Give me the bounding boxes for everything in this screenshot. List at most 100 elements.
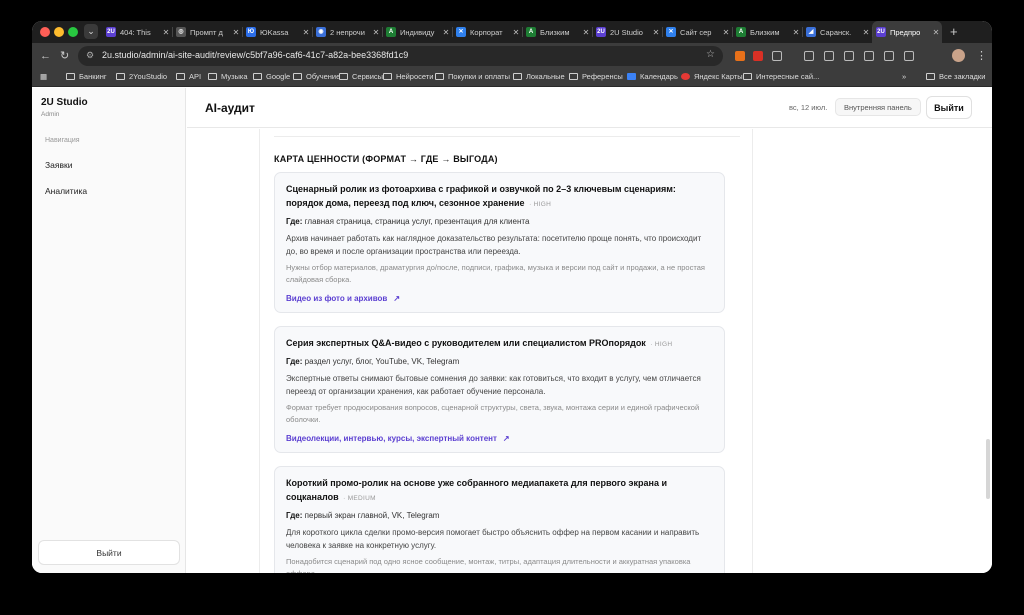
close-tab-icon[interactable]: ✕	[720, 28, 732, 37]
close-tab-icon[interactable]: ✕	[650, 28, 662, 37]
bookmark-item[interactable]: Музыка	[208, 72, 248, 81]
tab-title: 2 непрочи	[330, 27, 365, 37]
bookmark-item[interactable]: Локальные	[513, 72, 565, 81]
sidebar: 2U Studio Admin Навигация Заявки Аналити…	[32, 88, 186, 573]
close-tab-icon[interactable]: ✕	[230, 28, 242, 37]
bookmark-label: Музыка	[221, 72, 248, 81]
bookmark-item[interactable]: 2YouStudio	[116, 72, 167, 81]
download-icon[interactable]	[804, 51, 814, 61]
folder-icon	[743, 73, 752, 80]
browser-toolbar: ← ↻ ⚙ 2u.studio/admin/ai-site-audit/revi…	[32, 43, 992, 69]
card-description: Экспертные ответы снимают бытовые сомнен…	[286, 374, 701, 396]
sidebar-item-analytics[interactable]: Аналитика	[45, 186, 87, 196]
extension-icon[interactable]	[735, 51, 745, 61]
bookmarks-bar: ▦ Банкинг 2YouStudio API Музыка Google Обучен…	[32, 69, 992, 87]
browser-tab[interactable]: ◉ 2 непрочи ✕	[312, 21, 382, 43]
close-tab-icon[interactable]: ✕	[160, 28, 172, 37]
card-link-text[interactable]: Видео из фото и архивов	[286, 294, 387, 303]
bookmark-item[interactable]: Референсы	[569, 72, 623, 81]
tab-title: Саранск.	[820, 27, 852, 37]
internal-panel-badge: Внутренняя панель	[835, 98, 921, 116]
main-content[interactable]: КАРТА ЦЕННОСТИ (ФОРМАТ → ГДЕ → ВЫГОДА) С…	[187, 129, 992, 573]
close-tab-icon[interactable]: ✕	[580, 28, 592, 37]
bookmark-item[interactable]: Сервисы	[339, 72, 383, 81]
bookmark-item[interactable]: Интересные сай...	[743, 72, 819, 81]
bookmark-star-icon[interactable]: ☆	[706, 49, 715, 60]
where-text: первый экран главной, VK, Telegram	[304, 511, 440, 520]
browser-tab[interactable]: 2U 404: This ✕	[102, 21, 172, 43]
url-text: 2u.studio/admin/ai-site-audit/review/c5b…	[102, 50, 409, 60]
bookmark-item[interactable]: Яндекс Карты	[681, 72, 743, 81]
back-arrow-icon[interactable]: ←	[40, 49, 51, 63]
browser-tab[interactable]: A Близким ✕	[732, 21, 802, 43]
header-logout-button[interactable]: Выйти	[926, 96, 972, 119]
bookmark-label: Google	[266, 72, 291, 81]
browser-tab[interactable]: ◎ Промпт д ✕	[172, 21, 242, 43]
close-tab-icon[interactable]: ✕	[860, 28, 872, 37]
section-title: КАРТА ЦЕННОСТИ (ФОРМАТ → ГДЕ → ВЫГОДА)	[274, 154, 498, 164]
sidebar-icon[interactable]	[904, 51, 914, 61]
address-bar[interactable]: ⚙ 2u.studio/admin/ai-site-audit/review/c…	[78, 46, 723, 66]
bookmark-label: Интересные сай...	[756, 72, 820, 81]
priority-badge: · MEDIUM	[343, 495, 376, 502]
browser-tab[interactable]: ✕ Корпорат ✕	[452, 21, 522, 43]
card-link[interactable]: Видеолекции, интервью, курсы, экспертный…	[286, 434, 713, 443]
folder-icon	[383, 73, 392, 80]
close-tab-icon[interactable]: ✕	[370, 28, 382, 37]
bookmark-item[interactable]: Нейросети	[383, 72, 433, 81]
close-tab-icon[interactable]: ✕	[300, 28, 312, 37]
tab-title: ЮKassa	[260, 27, 289, 37]
extension-icon[interactable]	[824, 51, 834, 61]
apps-grid-icon[interactable]: ▦	[40, 72, 47, 81]
where-label: Где:	[286, 217, 303, 226]
new-tab-button[interactable]: +	[950, 25, 958, 38]
tab-favicon-icon: ✕	[666, 27, 676, 37]
tab-search-button[interactable]: ⌄	[84, 24, 98, 39]
all-bookmarks-button[interactable]: Все закладки	[926, 72, 985, 81]
tab-favicon-icon: A	[386, 27, 396, 37]
close-tab-icon[interactable]: ✕	[510, 28, 522, 37]
browser-tab[interactable]: Ю ЮKassa ✕	[242, 21, 312, 43]
where-label: Где:	[286, 357, 303, 366]
bookmark-item[interactable]: API	[176, 72, 201, 81]
brand-name: 2U Studio	[41, 97, 88, 108]
card-link[interactable]: Видео из фото и архивов ↗	[286, 294, 713, 303]
extension-icon[interactable]	[753, 51, 763, 61]
sidebar-logout-button[interactable]: Выйти	[38, 540, 180, 565]
profile-avatar[interactable]	[952, 49, 965, 62]
browser-tab[interactable]: A Близким ✕	[522, 21, 592, 43]
screenshot-icon[interactable]	[884, 51, 894, 61]
browser-tab[interactable]: ◢ Саранск. ✕	[802, 21, 872, 43]
browser-tab[interactable]: A Индивиду ✕	[382, 21, 452, 43]
folder-icon	[66, 73, 75, 80]
folder-icon	[116, 73, 125, 80]
maximize-window-button[interactable]	[68, 27, 78, 37]
extensions-puzzle-icon[interactable]	[772, 51, 782, 61]
link-icon[interactable]	[864, 51, 874, 61]
close-tab-icon[interactable]: ✕	[440, 28, 452, 37]
bookmark-item[interactable]: Google	[253, 72, 290, 81]
bookmark-item[interactable]: Обучение	[293, 72, 340, 81]
bookmark-item[interactable]: Календарь	[627, 72, 678, 81]
folder-icon	[253, 73, 262, 80]
close-tab-icon[interactable]: ✕	[930, 28, 942, 37]
where-text: главная страница, страница услуг, презен…	[304, 217, 530, 226]
bookmark-item[interactable]: Покупки и оплаты	[435, 72, 510, 81]
site-info-icon[interactable]: ⚙	[86, 50, 94, 61]
close-window-button[interactable]	[40, 27, 50, 37]
scrollbar[interactable]	[986, 439, 990, 499]
menu-kebab-icon[interactable]: ⋮	[976, 49, 987, 63]
browser-tab[interactable]: 2U Предпро ✕	[872, 21, 942, 43]
close-tab-icon[interactable]: ✕	[790, 28, 802, 37]
reload-icon[interactable]: ↻	[60, 49, 69, 63]
card-link-text[interactable]: Видеолекции, интервью, курсы, экспертный…	[286, 434, 497, 443]
browser-tab[interactable]: 2U 2U Studio ✕	[592, 21, 662, 43]
bookmark-label: API	[189, 72, 202, 81]
translate-icon[interactable]	[844, 51, 854, 61]
bookmark-item[interactable]: Банкинг	[66, 72, 107, 81]
card-description: Для короткого цикла сделки промо-версия …	[286, 528, 700, 550]
bookmarks-overflow-button[interactable]: »	[902, 72, 906, 81]
sidebar-item-requests[interactable]: Заявки	[45, 160, 72, 170]
browser-tab[interactable]: ✕ Сайт сер ✕	[662, 21, 732, 43]
minimize-window-button[interactable]	[54, 27, 64, 37]
